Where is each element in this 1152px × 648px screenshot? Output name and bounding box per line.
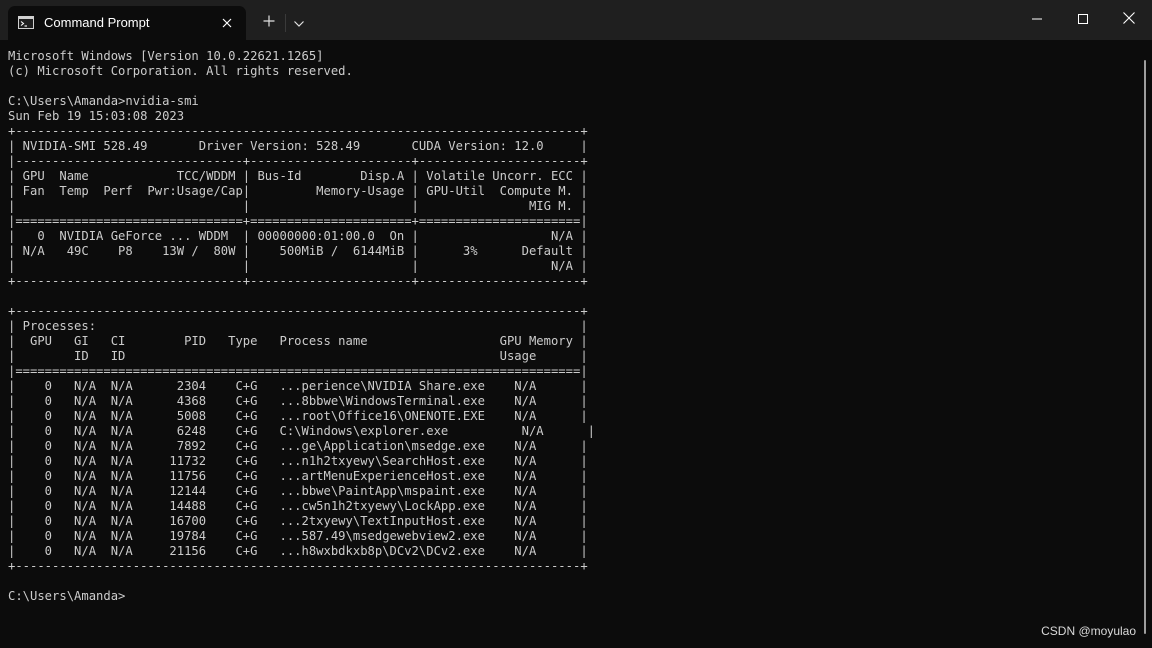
title-bar[interactable]: Command Prompt	[0, 0, 1152, 40]
tab-title: Command Prompt	[44, 15, 150, 30]
profiles-dropdown-button[interactable]	[288, 12, 310, 34]
minimize-button[interactable]	[1014, 0, 1060, 40]
close-window-button[interactable]	[1106, 0, 1152, 40]
maximize-icon	[1078, 11, 1088, 29]
watermark: CSDN @moyulao	[1041, 624, 1136, 638]
titlebar-divider	[285, 14, 286, 32]
scrollbar[interactable]	[1144, 60, 1146, 634]
command-prompt-icon	[18, 16, 34, 29]
close-icon[interactable]	[216, 12, 238, 34]
close-icon	[1123, 11, 1135, 29]
terminal-window: Command Prompt Microsoft Windows [Versio…	[0, 0, 1152, 648]
maximize-button[interactable]	[1060, 0, 1106, 40]
plus-icon	[263, 14, 275, 32]
minimize-icon	[1032, 11, 1042, 29]
chevron-down-icon	[294, 14, 304, 32]
terminal-content[interactable]: Microsoft Windows [Version 10.0.22621.12…	[8, 49, 1138, 641]
tab-command-prompt[interactable]: Command Prompt	[8, 6, 246, 40]
new-tab-button[interactable]	[258, 12, 280, 34]
terminal-output[interactable]: Microsoft Windows [Version 10.0.22621.12…	[8, 49, 1138, 604]
